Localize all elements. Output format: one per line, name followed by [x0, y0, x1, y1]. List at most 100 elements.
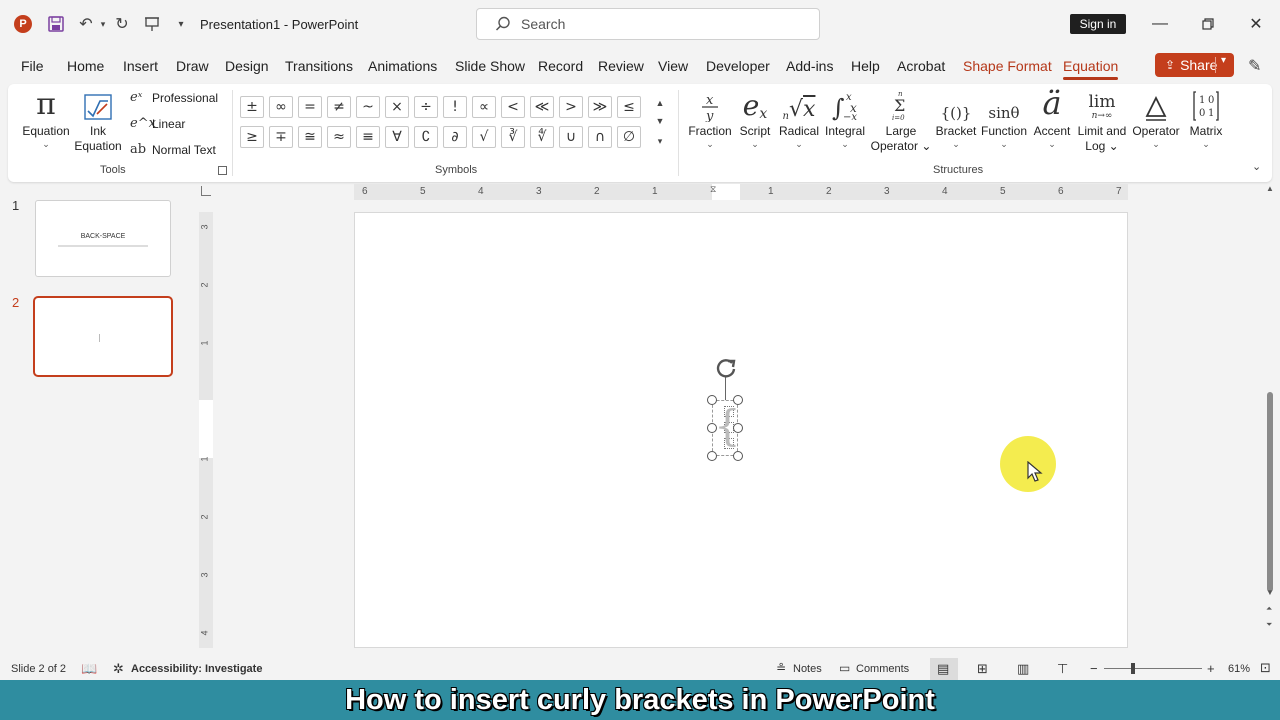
symbol-much-less[interactable]: ≪: [530, 96, 554, 118]
fraction-button[interactable]: xy Fraction ⌄: [686, 88, 734, 149]
vertical-scrollbar-thumb[interactable]: [1267, 392, 1273, 592]
customize-toolbar-icon[interactable]: ▾: [171, 14, 191, 34]
horizontal-ruler[interactable]: 6 5 4 3 2 1 1 2 3 4 5 6 7 ⧖: [354, 184, 1128, 200]
tab-review[interactable]: Review: [598, 58, 644, 74]
tab-help[interactable]: Help: [851, 58, 880, 74]
search-input[interactable]: Search: [476, 8, 820, 40]
accent-button[interactable]: ä Accent ⌄: [1030, 84, 1074, 149]
equation-button[interactable]: π Equation ⌄: [18, 87, 74, 149]
previous-slide-icon[interactable]: ⏶: [1266, 604, 1272, 614]
notes-button[interactable]: Notes: [793, 663, 822, 675]
share-button[interactable]: ⇪ Share ▾: [1155, 53, 1234, 77]
tab-acrobat[interactable]: Acrobat: [897, 58, 945, 74]
slide-sorter-icon[interactable]: ⊞: [977, 661, 988, 677]
next-slide-icon[interactable]: ⏷: [1266, 620, 1272, 630]
rotate-handle-icon[interactable]: [714, 355, 738, 379]
resize-handle[interactable]: [707, 395, 717, 405]
undo-dropdown-icon[interactable]: ▾: [93, 14, 113, 34]
symbol-greater-than[interactable]: >: [559, 96, 583, 118]
gallery-scroll-up-icon[interactable]: ▲: [654, 98, 666, 108]
present-icon[interactable]: [142, 14, 162, 34]
symbol-intersection[interactable]: ∩: [588, 126, 612, 148]
accessibility-status[interactable]: Accessibility: Investigate: [131, 663, 262, 675]
bracket-button[interactable]: {()} Bracket ⌄: [934, 88, 978, 149]
zoom-in-button[interactable]: +: [1207, 661, 1215, 676]
dialog-launcher-icon[interactable]: [218, 166, 227, 175]
close-icon[interactable]: ✕: [1244, 12, 1268, 36]
notes-icon[interactable]: ≗: [776, 661, 786, 675]
comments-icon[interactable]: ✎: [1248, 56, 1261, 76]
gallery-more-icon[interactable]: ▾: [654, 136, 666, 147]
symbol-proportional[interactable]: ∝: [472, 96, 496, 118]
large-operator-button[interactable]: n Σi=0 Large Operator ⌄: [868, 88, 934, 154]
symbol-for-all[interactable]: ∀: [385, 126, 409, 148]
tab-shape-format[interactable]: Shape Format: [963, 58, 1052, 74]
symbol-cube-root[interactable]: ∛: [501, 126, 525, 148]
normal-view-icon[interactable]: ▤: [937, 661, 949, 677]
tab-file[interactable]: File: [21, 58, 44, 74]
tab-add-ins[interactable]: Add-ins: [786, 58, 833, 74]
scroll-down-icon[interactable]: ▼: [1266, 588, 1274, 597]
sign-in-button[interactable]: Sign in: [1070, 14, 1126, 34]
tab-transitions[interactable]: Transitions: [285, 58, 353, 74]
collapse-ribbon-icon[interactable]: ⌄: [1252, 160, 1261, 173]
tab-view[interactable]: View: [658, 58, 688, 74]
redo-icon[interactable]: ↻: [112, 14, 132, 34]
tab-equation[interactable]: Equation: [1063, 58, 1119, 80]
symbol-empty-set[interactable]: ∅: [617, 126, 641, 148]
symbol-union[interactable]: ∪: [559, 126, 583, 148]
zoom-out-button[interactable]: −: [1090, 661, 1098, 676]
accessibility-icon[interactable]: ✲: [113, 661, 124, 677]
symbol-tilde[interactable]: ~: [356, 96, 380, 118]
resize-handle[interactable]: [733, 395, 743, 405]
resize-handle[interactable]: [707, 423, 717, 433]
symbol-times[interactable]: ×: [385, 96, 409, 118]
symbol-less-equal[interactable]: ≤: [617, 96, 641, 118]
linear-button[interactable]: e^x Linear: [130, 116, 185, 131]
scroll-up-icon[interactable]: ▲: [1266, 184, 1274, 193]
script-button[interactable]: ex Script ⌄: [734, 88, 776, 149]
resize-handle[interactable]: [733, 451, 743, 461]
gallery-scroll-down-icon[interactable]: ▼: [654, 116, 666, 126]
indent-marker-icon[interactable]: ⧖: [710, 184, 716, 195]
integral-button[interactable]: ∫ x −x x Integral ⌄: [822, 88, 868, 149]
professional-button[interactable]: eˣ Professional: [130, 90, 218, 105]
vertical-ruler[interactable]: 3 2 1 1 2 3 4: [199, 212, 213, 648]
function-button[interactable]: sinθ Function ⌄: [978, 88, 1030, 149]
symbol-approx[interactable]: ≈: [327, 126, 351, 148]
minimize-icon[interactable]: —: [1148, 12, 1172, 36]
restore-icon[interactable]: [1196, 12, 1220, 36]
slide-thumbnail-2[interactable]: [33, 296, 173, 377]
zoom-slider-thumb[interactable]: [1131, 663, 1135, 674]
symbol-minus-plus[interactable]: ∓: [269, 126, 293, 148]
symbol-congruent[interactable]: ≅: [298, 126, 322, 148]
symbol-complement[interactable]: ∁: [414, 126, 438, 148]
zoom-level[interactable]: 61%: [1228, 663, 1250, 675]
symbol-factorial[interactable]: !: [443, 96, 467, 118]
limit-and-log-button[interactable]: lim n→∞ Limit and Log ⌄: [1074, 88, 1130, 154]
slide-thumbnail-1[interactable]: BACK-SPACE: [35, 200, 171, 277]
tab-home[interactable]: Home: [67, 58, 104, 74]
symbol-not-equal[interactable]: ≠: [327, 96, 351, 118]
matrix-button[interactable]: 1001 Matrix ⌄: [1182, 88, 1230, 149]
symbol-fourth-root[interactable]: ∜: [530, 126, 554, 148]
operator-button[interactable]: Operator ⌄: [1130, 88, 1182, 149]
save-icon[interactable]: [46, 14, 66, 34]
zoom-slider[interactable]: [1104, 668, 1202, 669]
spelling-book-icon[interactable]: 📖: [81, 661, 97, 677]
ruler-tab-selector[interactable]: [201, 186, 211, 196]
reading-view-icon[interactable]: ▥: [1017, 661, 1029, 677]
symbol-partial[interactable]: ∂: [443, 126, 467, 148]
symbol-divide[interactable]: ÷: [414, 96, 438, 118]
symbol-identical[interactable]: ≡: [356, 126, 380, 148]
normal-text-button[interactable]: ab Normal Text: [130, 142, 216, 157]
radical-button[interactable]: n √ x Radical ⌄: [776, 88, 822, 149]
symbol-greater-equal[interactable]: ≥: [240, 126, 264, 148]
symbol-plus-minus[interactable]: ±: [240, 96, 264, 118]
tab-slide-show[interactable]: Slide Show: [455, 58, 525, 74]
tab-record[interactable]: Record: [538, 58, 583, 74]
symbol-sqrt[interactable]: √: [472, 126, 496, 148]
tab-insert[interactable]: Insert: [123, 58, 158, 74]
tab-design[interactable]: Design: [225, 58, 269, 74]
tab-draw[interactable]: Draw: [176, 58, 209, 74]
